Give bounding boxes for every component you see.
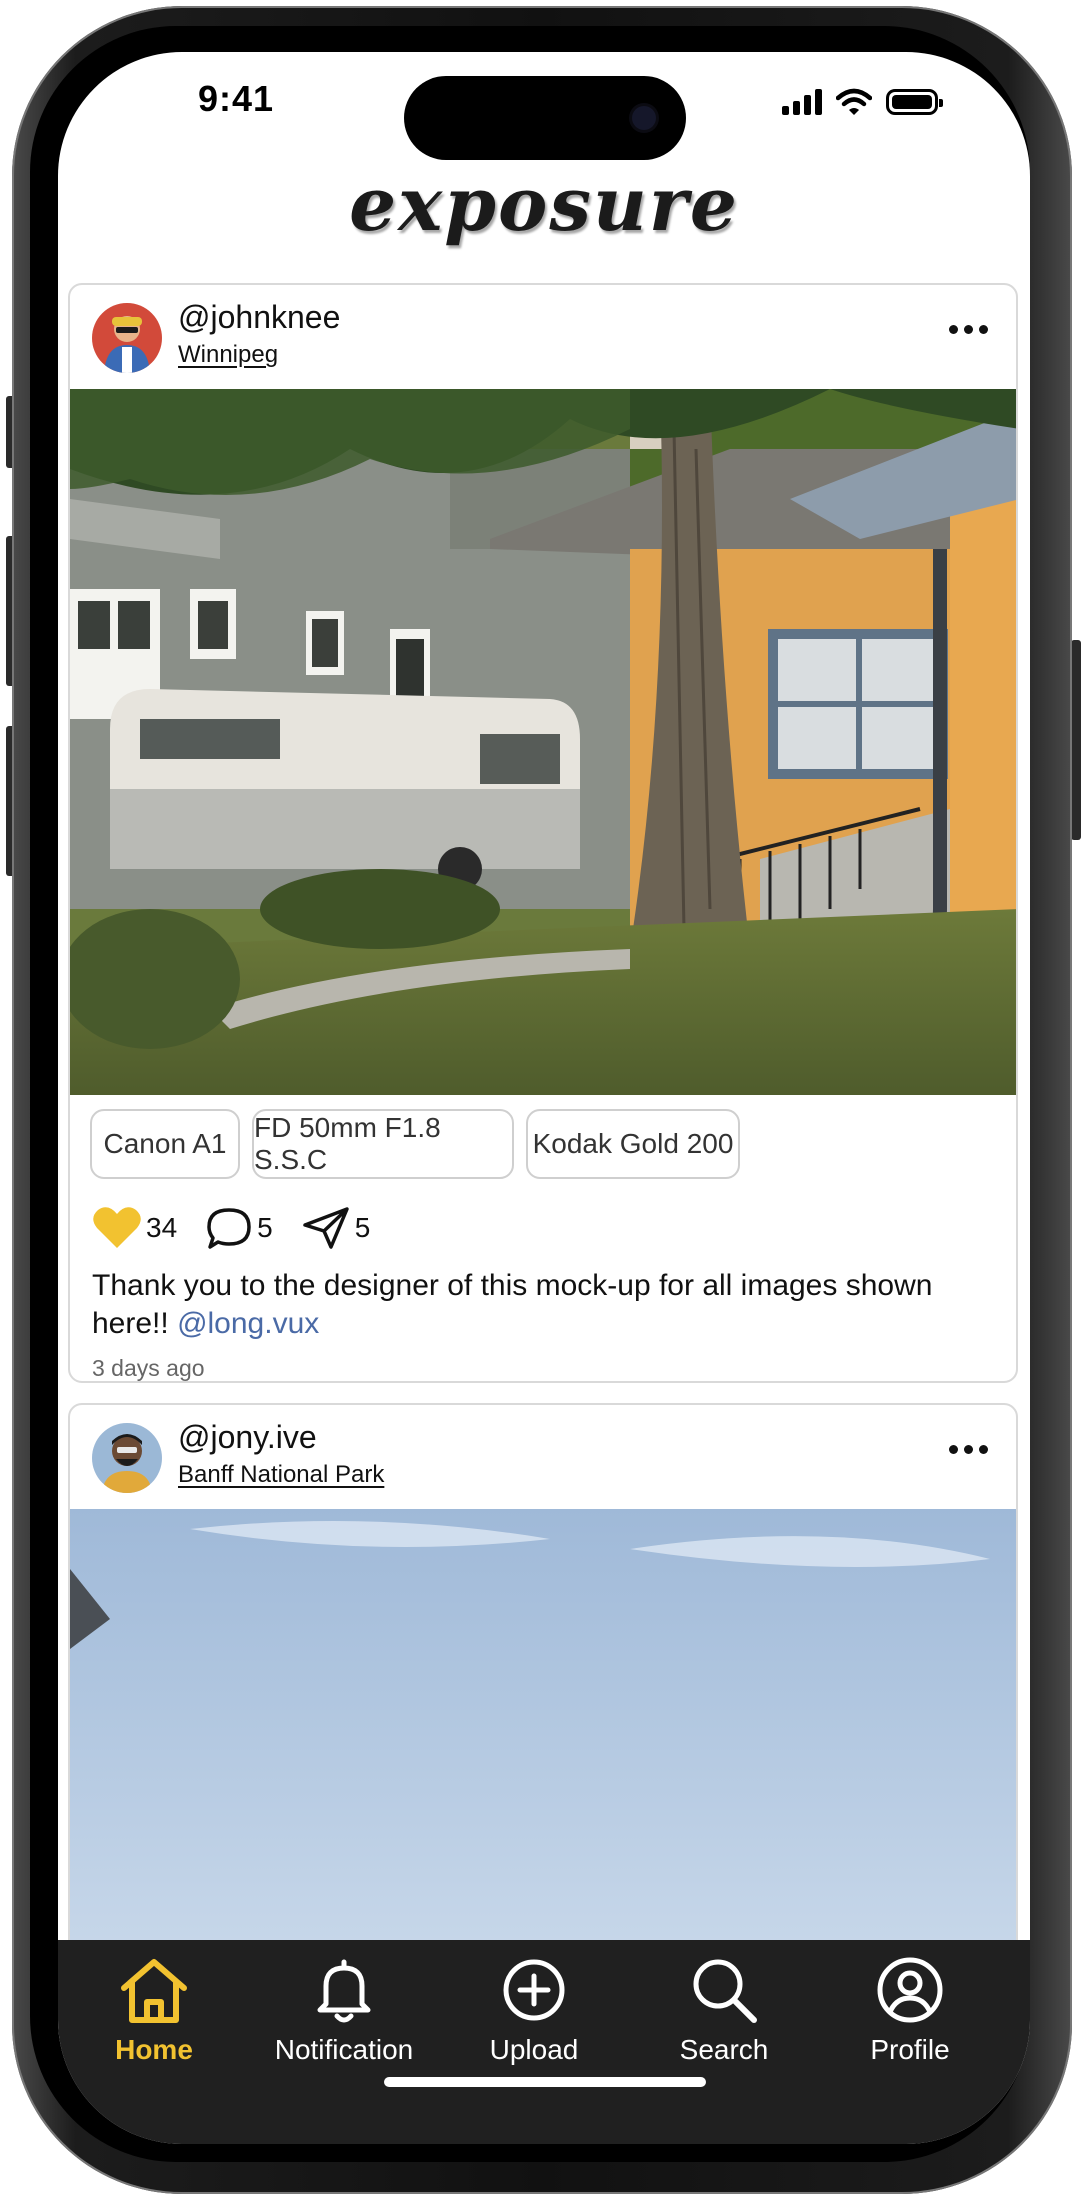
heart-icon (93, 1207, 141, 1248)
avatar[interactable] (92, 1423, 162, 1493)
tab-label: Profile (870, 2034, 950, 2065)
battery-icon (886, 89, 943, 115)
tab-label: Home (115, 2034, 193, 2065)
dynamic-island (404, 76, 686, 160)
gear-chips: Canon A1 FD 50mm F1.8 S.S.C Kodak Gold 2… (70, 1095, 1016, 1179)
more-options-icon[interactable] (949, 1445, 988, 1454)
post-card: @jony.ive Banff National Park (68, 1403, 1018, 1963)
tab-search[interactable]: Search (644, 1952, 804, 2066)
post-timestamp: 3 days ago (92, 1355, 205, 1381)
lens-chip[interactable]: FD 50mm F1.8 S.S.C (252, 1109, 514, 1179)
bell-icon (317, 1959, 371, 2023)
share-button[interactable]: 5 (301, 1205, 371, 1251)
plus-circle-icon (503, 1959, 565, 2021)
post-location[interactable]: Winnipeg (178, 341, 278, 369)
post-username[interactable]: @johnknee (178, 299, 340, 336)
status-icons (782, 88, 943, 116)
tab-upload[interactable]: Upload (454, 1952, 614, 2066)
tab-home[interactable]: Home (74, 1952, 234, 2066)
post-photo[interactable] (70, 1509, 1016, 1961)
tab-label: Notification (274, 2034, 414, 2065)
tab-bar: Home Notification Upload Search Profile (58, 1940, 1030, 2144)
send-icon (302, 1207, 349, 1249)
front-camera (632, 106, 656, 130)
signal-icon (782, 89, 822, 115)
app-logo: exposure (349, 162, 739, 248)
post-card: @johnknee Winnipeg Canon A1 FD 50mm F1.8… (68, 283, 1018, 1383)
post-photo[interactable] (70, 389, 1016, 1095)
power-button[interactable] (1071, 640, 1081, 840)
post-actions: 34 5 5 (70, 1179, 1016, 1251)
tab-notification[interactable]: Notification (264, 1952, 424, 2066)
share-count: 5 (354, 1212, 371, 1243)
wifi-icon (836, 88, 872, 115)
comment-button[interactable]: 5 (205, 1206, 273, 1250)
post-location[interactable]: Banff National Park (178, 1461, 384, 1489)
home-indicator[interactable] (384, 2077, 706, 2087)
post-header: @jony.ive Banff National Park (70, 1405, 1016, 1509)
post-header: @johnknee Winnipeg (70, 285, 1016, 389)
post-caption: Thank you to the designer of this mock-u… (70, 1251, 1016, 1343)
comment-icon (207, 1208, 251, 1249)
like-button[interactable]: 34 (92, 1206, 177, 1250)
tab-label: Upload (489, 2034, 579, 2065)
screen: 9:41 exposure @johnknee Winnipeg Canon A… (58, 52, 1030, 2144)
profile-icon (877, 1957, 943, 2023)
status-time: 9:41 (198, 78, 275, 119)
search-icon (693, 1959, 757, 2023)
post-username[interactable]: @jony.ive (178, 1419, 317, 1456)
avatar[interactable] (92, 303, 162, 373)
like-count: 34 (146, 1212, 178, 1243)
tab-profile[interactable]: Profile (830, 1952, 990, 2066)
caption-mention[interactable]: @long.vux (177, 1307, 319, 1340)
camera-chip[interactable]: Canon A1 (90, 1109, 240, 1179)
tab-label: Search (679, 2034, 769, 2065)
more-options-icon[interactable] (949, 325, 988, 334)
film-chip[interactable]: Kodak Gold 200 (526, 1109, 740, 1179)
home-icon (121, 1959, 187, 2023)
comment-count: 5 (257, 1212, 273, 1243)
